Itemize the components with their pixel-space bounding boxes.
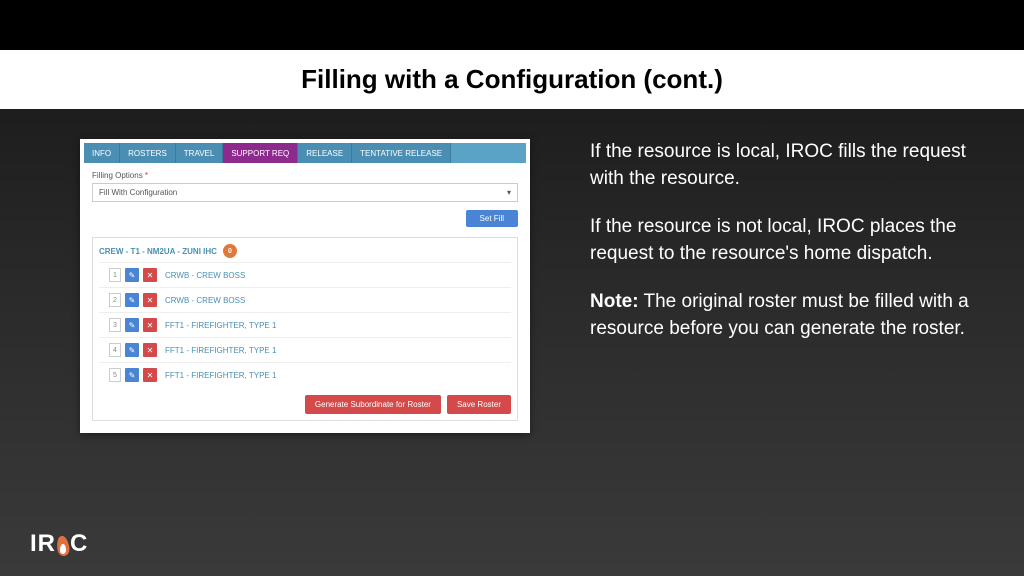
tab-tentative-release[interactable]: TENTATIVE RELEASE <box>352 143 451 163</box>
delete-icon[interactable]: ✕ <box>143 368 157 382</box>
delete-icon[interactable]: ✕ <box>143 268 157 282</box>
roster-row: 4 ✎ ✕ FFT1 - FIREFIGHTER, TYPE 1 <box>99 337 511 362</box>
roster-buttons: Generate Subordinate for Roster Save Ros… <box>99 395 511 414</box>
filling-options-label: Filling Options * <box>92 171 518 180</box>
top-black-bar <box>0 0 1024 50</box>
generate-subordinate-button[interactable]: Generate Subordinate for Roster <box>305 395 441 414</box>
filling-label-text: Filling Options <box>92 171 143 180</box>
required-asterisk: * <box>143 171 148 180</box>
set-fill-button[interactable]: Set Fill <box>466 210 518 227</box>
tab-release[interactable]: RELEASE <box>298 143 352 163</box>
row-number: 3 <box>109 318 121 332</box>
row-number: 2 <box>109 293 121 307</box>
chevron-down-icon: ▾ <box>507 188 511 197</box>
roster-item-label[interactable]: CRWB - CREW BOSS <box>165 271 245 280</box>
tab-stripe <box>451 143 526 163</box>
note-body: The original roster must be filled with … <box>590 291 969 339</box>
edit-icon[interactable]: ✎ <box>125 293 139 307</box>
flame-icon <box>55 532 71 556</box>
crew-header-text: CREW - T1 - NM2UA - ZUNI IHC <box>99 247 217 256</box>
paragraph-not-local: If the resource is not local, IROC place… <box>590 214 984 267</box>
title-bar: Filling with a Configuration (cont.) <box>0 50 1024 109</box>
crew-header: CREW - T1 - NM2UA - ZUNI IHC 0 <box>99 244 511 258</box>
roster-row: 1 ✎ ✕ CRWB - CREW BOSS <box>99 262 511 287</box>
roster-item-label[interactable]: FFT1 - FIREFIGHTER, TYPE 1 <box>165 346 276 355</box>
iroc-logo: IR C <box>30 530 88 558</box>
edit-icon[interactable]: ✎ <box>125 368 139 382</box>
note-label: Note: <box>590 291 639 312</box>
roster-row: 5 ✎ ✕ FFT1 - FIREFIGHTER, TYPE 1 <box>99 362 511 387</box>
tabs-row: INFO ROSTERS TRAVEL SUPPORT REQ RELEASE … <box>84 143 526 163</box>
roster-item-label[interactable]: FFT1 - FIREFIGHTER, TYPE 1 <box>165 371 276 380</box>
roster-item-label[interactable]: FFT1 - FIREFIGHTER, TYPE 1 <box>165 321 276 330</box>
roster-item-label[interactable]: CRWB - CREW BOSS <box>165 296 245 305</box>
delete-icon[interactable]: ✕ <box>143 293 157 307</box>
set-fill-row: Set Fill <box>92 210 518 227</box>
logo-post: C <box>70 530 88 558</box>
tab-rosters[interactable]: ROSTERS <box>120 143 176 163</box>
row-number: 5 <box>109 368 121 382</box>
row-number: 1 <box>109 268 121 282</box>
paragraph-local: If the resource is local, IROC fills the… <box>590 139 984 192</box>
edit-icon[interactable]: ✎ <box>125 318 139 332</box>
filling-select[interactable]: Fill With Configuration ▾ <box>92 183 518 202</box>
delete-icon[interactable]: ✕ <box>143 343 157 357</box>
edit-icon[interactable]: ✎ <box>125 268 139 282</box>
content-area: INFO ROSTERS TRAVEL SUPPORT REQ RELEASE … <box>0 109 1024 433</box>
delete-icon[interactable]: ✕ <box>143 318 157 332</box>
roster-row: 3 ✎ ✕ FFT1 - FIREFIGHTER, TYPE 1 <box>99 312 511 337</box>
tab-travel[interactable]: TRAVEL <box>176 143 224 163</box>
panel-body: Filling Options * Fill With Configuratio… <box>84 163 526 429</box>
slide-title: Filling with a Configuration (cont.) <box>0 64 1024 95</box>
roster-panel: CREW - T1 - NM2UA - ZUNI IHC 0 1 ✎ ✕ CRW… <box>92 237 518 421</box>
roster-row: 2 ✎ ✕ CRWB - CREW BOSS <box>99 287 511 312</box>
crew-badge: 0 <box>223 244 237 258</box>
edit-icon[interactable]: ✎ <box>125 343 139 357</box>
tab-support-req[interactable]: SUPPORT REQ <box>223 143 298 163</box>
tab-info[interactable]: INFO <box>84 143 120 163</box>
filling-select-value: Fill With Configuration <box>99 188 177 197</box>
app-screenshot: INFO ROSTERS TRAVEL SUPPORT REQ RELEASE … <box>80 139 530 433</box>
explainer-text: If the resource is local, IROC fills the… <box>590 139 984 433</box>
paragraph-note: Note: The original roster must be filled… <box>590 289 984 342</box>
logo-pre: IR <box>30 530 56 558</box>
save-roster-button[interactable]: Save Roster <box>447 395 511 414</box>
row-number: 4 <box>109 343 121 357</box>
